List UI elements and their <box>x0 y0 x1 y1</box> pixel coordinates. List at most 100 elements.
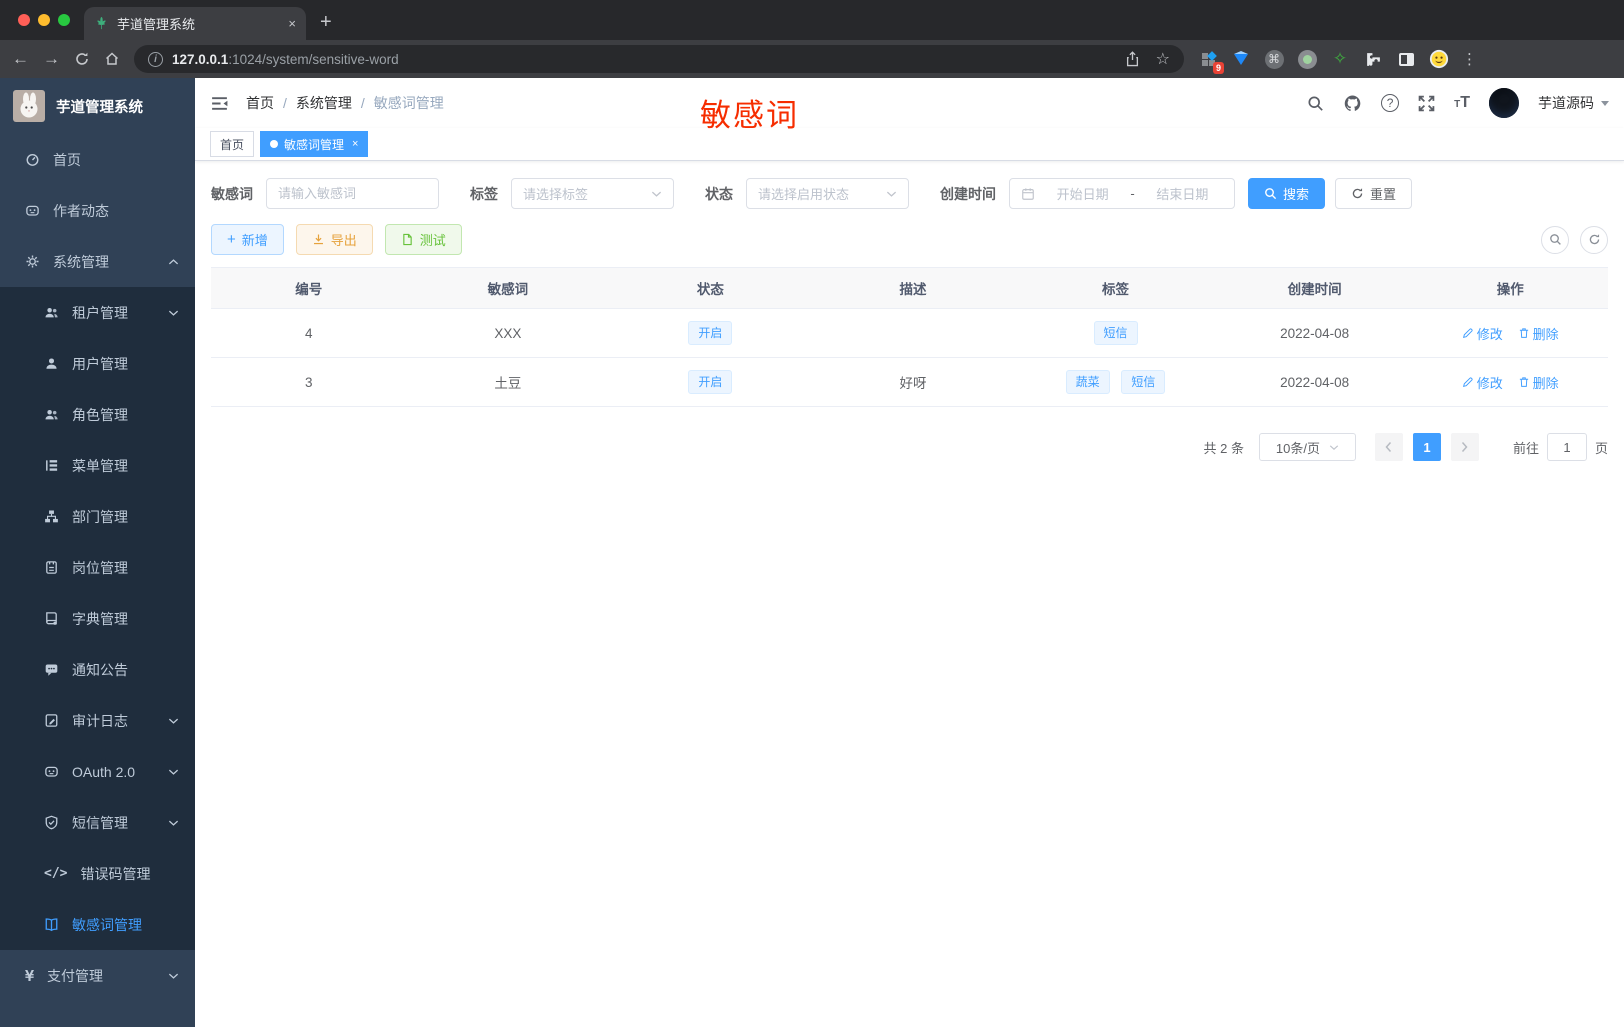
bookmark-star-icon[interactable]: ☆ <box>1156 49 1170 69</box>
keyword-input[interactable] <box>278 186 427 201</box>
sidebar-item-post[interactable]: 岗位管理 <box>0 542 195 593</box>
page-info-icon[interactable]: i <box>148 51 163 67</box>
status-badge: 开启 <box>688 321 733 345</box>
add-button[interactable]: + 新增 <box>211 224 284 255</box>
sidebar-item-system[interactable]: 系统管理 <box>0 236 195 287</box>
sidebar-logo[interactable]: 芋道管理系统 <box>0 78 195 134</box>
user-icon <box>46 358 57 369</box>
browser-menu-icon[interactable]: ⋮ <box>1462 50 1477 68</box>
table-refresh-button[interactable] <box>1580 225 1608 254</box>
breadcrumb-home[interactable]: 首页 <box>246 93 274 113</box>
browser-tab[interactable]: 芋道管理系统 × <box>84 7 306 40</box>
profile-avatar-icon[interactable] <box>1429 49 1449 69</box>
search-icon[interactable] <box>1307 95 1324 112</box>
extension-command-icon[interactable]: ⌘ <box>1264 49 1284 69</box>
share-icon[interactable] <box>1125 51 1140 67</box>
breadcrumb-system[interactable]: 系统管理 <box>296 93 352 113</box>
chevron-down-icon <box>168 309 179 317</box>
sidebar-item-payment[interactable]: ¥ 支付管理 <box>0 950 195 1001</box>
date-end-placeholder: 结束日期 <box>1156 187 1209 202</box>
github-icon[interactable] <box>1343 94 1362 113</box>
sidebar-item-sensitive-word[interactable]: 敏感词管理 <box>0 899 195 950</box>
sidebar-item-dict[interactable]: 字典管理 <box>0 593 195 644</box>
status-select[interactable]: 请选择启用状态 <box>746 178 909 209</box>
sidebar-item-error-code[interactable]: </> 错误码管理 <box>0 848 195 899</box>
sidebar-item-dept[interactable]: 部门管理 <box>0 491 195 542</box>
roles-icon <box>45 410 58 420</box>
tag-sensitive-word[interactable]: 敏感词管理 × <box>260 131 369 157</box>
chevron-up-icon <box>168 258 179 266</box>
url-host: 127.0.0.1 <box>172 51 229 67</box>
sidebar-item-role[interactable]: 角色管理 <box>0 389 195 440</box>
user-menu[interactable]: 芋道源码 <box>1538 93 1609 113</box>
delete-link[interactable]: 删除 <box>1518 373 1559 392</box>
dashboard-icon <box>26 154 39 166</box>
chevron-down-icon <box>168 819 179 827</box>
tab-close-icon[interactable]: × <box>288 16 296 31</box>
sidebar-item-audit-log[interactable]: 审计日志 <box>0 695 195 746</box>
maximize-window-button[interactable] <box>58 14 70 26</box>
reset-button[interactable]: 重置 <box>1335 178 1413 209</box>
home-icon[interactable] <box>104 51 120 67</box>
main-area: 首页 / 系统管理 / 敏感词管理 敏感词 ? TT 芋道源码 首页 敏感词管理… <box>195 78 1624 1027</box>
table-row[interactable]: 3 土豆 开启 好呀 蔬菜 短信 2022-04-08 修改 删除 <box>211 357 1608 407</box>
sidebar-item-notice[interactable]: 通知公告 <box>0 644 195 695</box>
test-button[interactable]: 测试 <box>384 224 462 255</box>
sidebar-item-label: 敏感词管理 <box>72 916 142 933</box>
minimize-window-button[interactable] <box>38 14 50 26</box>
close-window-button[interactable] <box>18 14 30 26</box>
close-tag-icon[interactable]: × <box>352 138 358 150</box>
forward-icon[interactable]: → <box>43 49 60 69</box>
edit-link[interactable]: 修改 <box>1462 324 1503 343</box>
sidebar-item-label: 菜单管理 <box>72 457 128 474</box>
sidebar-item-sms[interactable]: 短信管理 <box>0 797 195 848</box>
sidebar-item-author-news[interactable]: 作者动态 <box>0 185 195 236</box>
font-size-icon[interactable]: TT <box>1454 94 1470 112</box>
extension-gem-icon[interactable] <box>1231 49 1251 69</box>
cell-status: 开启 <box>609 357 812 407</box>
delete-link[interactable]: 删除 <box>1518 324 1559 343</box>
side-panel-icon[interactable] <box>1396 49 1416 69</box>
cell-ops: 修改 删除 <box>1412 308 1608 358</box>
extension-star-icon[interactable]: ✧ <box>1330 49 1350 69</box>
address-bar[interactable]: i 127.0.0.1:1024/system/sensitive-word ☆ <box>134 45 1184 73</box>
tag-select[interactable]: 请选择标签 <box>511 178 674 209</box>
tag-home[interactable]: 首页 <box>210 131 255 157</box>
next-page-button[interactable] <box>1450 433 1479 461</box>
extension-grid-icon[interactable]: 9 <box>1198 49 1224 74</box>
extension-badge: 9 <box>1212 62 1224 74</box>
extensions-area: 9 ⌘ ✧ ⋮ <box>1198 49 1477 74</box>
browser-chrome: 芋道管理系统 × + ← → i 127.0.0.1:1024/system/s… <box>0 0 1624 78</box>
sidebar-item-user[interactable]: 用户管理 <box>0 338 195 389</box>
reload-icon[interactable] <box>74 51 90 67</box>
extensions-puzzle-icon[interactable] <box>1363 49 1383 69</box>
window-controls[interactable] <box>18 14 70 26</box>
cell-tags: 短信 <box>1014 308 1217 358</box>
prev-page-button[interactable] <box>1374 433 1403 461</box>
chevron-down-icon <box>168 972 179 980</box>
search-button[interactable]: 搜索 <box>1248 178 1326 209</box>
table-row[interactable]: 4 XXX 开启 短信 2022-04-08 修改 删除 <box>211 308 1608 358</box>
page-size-select[interactable]: 10条/页 <box>1258 433 1356 461</box>
sidebar-item-oauth[interactable]: OAuth 2.0 <box>0 746 195 797</box>
user-avatar[interactable] <box>1489 88 1519 118</box>
fullscreen-icon[interactable] <box>1418 95 1435 112</box>
edit-link[interactable]: 修改 <box>1462 373 1503 392</box>
code-icon: </> <box>44 866 68 881</box>
tag-badge: 短信 <box>1093 321 1138 345</box>
cell-id: 4 <box>211 308 407 358</box>
sidebar-item-home[interactable]: 首页 <box>0 134 195 185</box>
back-icon[interactable]: ← <box>12 49 29 69</box>
sidebar-item-menu[interactable]: 菜单管理 <box>0 440 195 491</box>
collapse-sidebar-icon[interactable] <box>210 95 229 112</box>
table-search-toggle-button[interactable] <box>1541 225 1569 254</box>
table-header-row: 编号 敏感词 状态 描述 标签 创建时间 操作 <box>211 267 1608 309</box>
date-range-picker[interactable]: 开始日期 - 结束日期 <box>1009 178 1235 209</box>
extension-record-icon[interactable] <box>1297 49 1317 69</box>
export-button[interactable]: 导出 <box>295 224 373 255</box>
new-tab-button[interactable]: + <box>320 12 332 32</box>
page-number-button[interactable]: 1 <box>1412 433 1441 461</box>
help-icon[interactable]: ? <box>1381 94 1400 112</box>
sidebar-item-tenant[interactable]: 租户管理 <box>0 287 195 338</box>
goto-page-input[interactable] <box>1546 433 1587 461</box>
